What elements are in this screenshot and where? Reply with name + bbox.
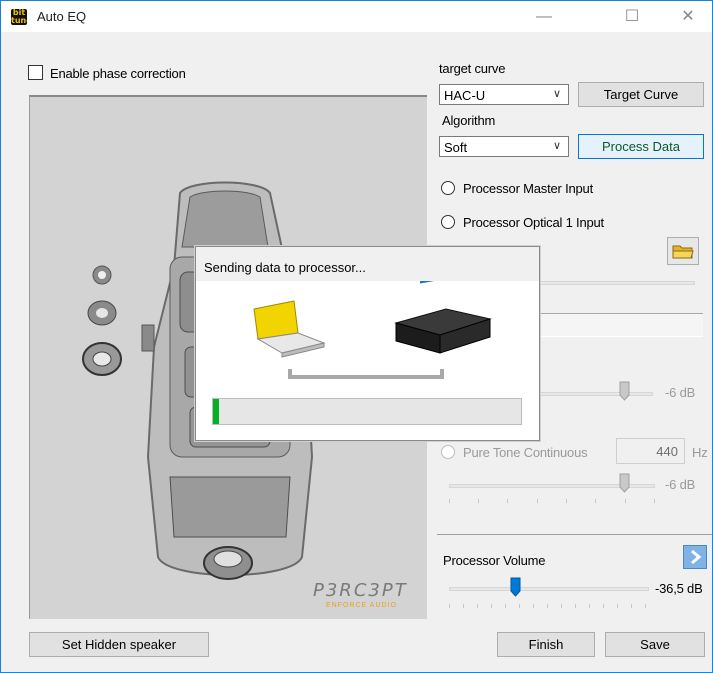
volume-value: -36,5 dB xyxy=(655,581,703,596)
processor-optical-input-radio[interactable] xyxy=(441,215,455,229)
title-bar: bittune Auto EQ — ☐ ✕ xyxy=(1,1,712,32)
target-curve-button[interactable]: Target Curve xyxy=(578,82,704,107)
phase-correction-checkbox[interactable] xyxy=(28,65,43,80)
processor-volume-label: Processor Volume xyxy=(443,553,546,568)
volume-slider-thumb[interactable] xyxy=(510,577,521,597)
tone-level-ticks xyxy=(449,499,655,505)
volume-next-button[interactable] xyxy=(683,545,707,569)
window-title: Auto EQ xyxy=(37,9,87,24)
pure-tone-radio[interactable] xyxy=(441,445,455,459)
auto-eq-window: bittune Auto EQ — ☐ ✕ Enable phase corre… xyxy=(0,0,713,673)
chevron-down-icon: ∨ xyxy=(552,140,561,152)
folder-icon xyxy=(672,245,694,259)
level-slider-track[interactable] xyxy=(538,392,653,396)
level-slider-value: -6 dB xyxy=(665,385,696,400)
maximize-button[interactable]: ☐ xyxy=(609,1,655,32)
sending-data-dialog: Sending data to processor... xyxy=(195,246,540,441)
target-curve-label: target curve xyxy=(439,61,506,76)
chevron-right-icon xyxy=(691,549,702,565)
tone-level-slider-thumb[interactable] xyxy=(619,473,630,493)
phase-correction-label: Enable phase correction xyxy=(50,66,186,81)
save-button[interactable]: Save xyxy=(605,632,705,657)
bittune-app-icon: bittune xyxy=(11,9,27,25)
volume-ticks xyxy=(449,604,649,610)
processor-device-icon xyxy=(394,281,492,354)
level-slider-thumb[interactable] xyxy=(619,381,630,401)
frequency-value: 440 xyxy=(656,444,678,459)
algorithm-label: Algorithm xyxy=(442,113,496,128)
dialog-title: Sending data to processor... xyxy=(204,260,366,275)
volume-slider-track[interactable] xyxy=(449,587,649,591)
processor-master-input-label: Processor Master Input xyxy=(463,181,593,196)
file-path-field[interactable] xyxy=(538,313,703,337)
percept-logo-tagline: ENFORCE AUDIO xyxy=(326,602,397,609)
percept-logo: P3RC3PT xyxy=(313,580,408,601)
minimize-button[interactable]: — xyxy=(521,1,567,32)
processor-master-input-radio[interactable] xyxy=(441,181,455,195)
processor-optical-input-label: Processor Optical 1 Input xyxy=(463,215,604,230)
process-data-button[interactable]: Process Data xyxy=(578,134,704,159)
target-curve-value: HAC-U xyxy=(444,88,486,103)
algorithm-select[interactable]: Soft ∨ xyxy=(439,136,569,157)
divider xyxy=(437,534,712,535)
tone-level-slider-value: -6 dB xyxy=(665,477,696,492)
send-progress-fill xyxy=(213,399,219,424)
algorithm-value: Soft xyxy=(444,140,468,155)
target-curve-select[interactable]: HAC-U ∨ xyxy=(439,84,569,105)
finish-button[interactable]: Finish xyxy=(497,632,595,657)
pure-tone-label: Pure Tone Continuous xyxy=(463,445,588,460)
audio-file-position-track[interactable] xyxy=(538,281,695,285)
chevron-down-icon: ∨ xyxy=(552,88,561,100)
transfer-illustration xyxy=(253,281,492,379)
frequency-unit: Hz xyxy=(692,445,708,460)
close-button[interactable]: ✕ xyxy=(665,1,711,32)
laptop-icon xyxy=(253,300,326,358)
open-folder-button[interactable] xyxy=(667,237,699,265)
set-hidden-speaker-button[interactable]: Set Hidden speaker xyxy=(29,632,209,657)
send-progress-bar xyxy=(212,398,522,425)
frequency-input[interactable]: 440 xyxy=(616,438,685,464)
